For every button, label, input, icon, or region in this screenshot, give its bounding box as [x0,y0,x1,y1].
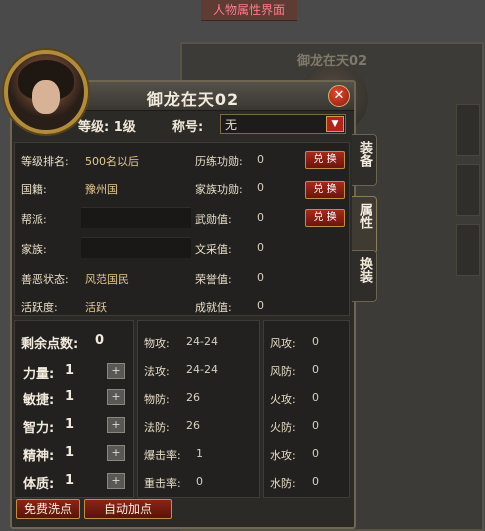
family-merit-label: 家族功勋: [195,183,243,196]
achievement-value: 0 [257,299,264,312]
water-defense-value: 0 [312,475,319,488]
tab-attributes[interactable]: 属性 [352,196,377,254]
tab-equipment[interactable]: 装备 [352,134,377,186]
literary-value: 0 [257,241,264,254]
crit-rate-label: 爆击率: [144,449,181,462]
remaining-points-label: 剩余点数: [21,337,79,352]
strength-label: 力量: [23,367,55,382]
intelligence-label: 智力: [23,421,55,436]
activity-value: 活跃 [85,301,107,314]
add-agility-button[interactable]: + [107,389,125,405]
chevron-down-icon[interactable]: ▼ [326,116,344,132]
remaining-points-value: 0 [95,333,105,348]
attribute-points-section: 剩余点数: 0 力量: 1 + 敏捷: 1 + 智力: 1 + 精神: 1 + … [14,320,134,498]
level-label: 等级: [78,120,110,135]
physical-attack-value: 24-24 [186,335,218,348]
magic-attack-value: 24-24 [186,363,218,376]
agility-value: 1 [65,389,75,404]
strength-value: 1 [65,363,75,378]
info-section: 等级排名: 500名以后 国籍: 豫州国 帮派: 家族: 善恶状态: 风范国民 … [14,142,350,316]
add-spirit-button[interactable]: + [107,445,125,461]
wind-defense-label: 风防: [270,365,296,378]
training-merit-label: 历练功勋: [195,155,243,168]
exchange-martial-button[interactable]: 兑 换 [305,209,345,227]
fire-attack-label: 火攻: [270,393,296,406]
water-attack-value: 0 [312,447,319,460]
morality-value: 风范国民 [85,273,129,286]
rank-label: 等级排名: [21,155,69,168]
add-intelligence-button[interactable]: + [107,417,125,433]
physical-attack-label: 物攻: [144,337,170,350]
family-merit-value: 0 [257,181,264,194]
spirit-label: 精神: [23,449,55,464]
element-stats-section: 风攻: 0 风防: 0 火攻: 0 火防: 0 水攻: 0 水防: 0 [263,320,350,498]
water-attack-label: 水攻: [270,449,296,462]
fire-defense-label: 火防: [270,421,296,434]
exchange-family-button[interactable]: 兑 换 [305,181,345,199]
auto-add-button[interactable]: 自动加点 [84,499,172,519]
family-label: 家族: [21,243,47,256]
wind-attack-value: 0 [312,335,319,348]
guild-field [81,207,191,228]
combat-stats-section: 物攻: 24-24 法攻: 24-24 物防: 26 法防: 26 爆击率: 1… [137,320,260,498]
activity-label: 活跃度: [21,301,58,314]
avatar [4,50,88,134]
background-tab [456,224,480,276]
free-reset-button[interactable]: 免费洗点 [16,499,80,519]
literary-label: 文采值: [195,243,232,256]
spirit-value: 1 [65,445,75,460]
tab-change-outfit[interactable]: 换装 [352,250,377,302]
magic-defense-value: 26 [186,419,200,432]
rank-value: 500名以后 [85,155,139,168]
training-merit-value: 0 [257,153,264,166]
background-window-title: 御龙在天02 [296,54,368,69]
physical-defense-value: 26 [186,391,200,404]
martial-merit-label: 武勋值: [195,213,232,226]
honor-value: 0 [257,271,264,284]
intelligence-value: 1 [65,417,75,432]
level: 等级: 1级 [78,116,136,135]
constitution-label: 体质: [23,477,55,492]
family-field [81,237,191,258]
nation-value: 豫州国 [85,183,118,196]
nation-label: 国籍: [21,183,47,196]
magic-defense-label: 法防: [144,421,170,434]
fire-attack-value: 0 [312,391,319,404]
guild-label: 帮派: [21,213,47,226]
background-tab [456,104,480,156]
water-defense-label: 水防: [270,477,296,490]
title-label: 称号: [172,120,204,135]
morality-label: 善恶状态: [21,273,69,286]
avatar-face [32,80,60,114]
title-dropdown-value: 无 [225,118,238,132]
window-title: 御龙在天02 [146,90,240,109]
tab-equipment-label: 装备 [357,141,372,167]
fire-defense-value: 0 [312,419,319,432]
honor-label: 荣誉值: [195,273,232,286]
interface-caption: 人物属性界面 [201,0,297,21]
exchange-training-button[interactable]: 兑 换 [305,151,345,169]
tab-change-outfit-label: 换装 [357,257,372,283]
wind-defense-value: 0 [312,363,319,376]
achievement-label: 成就值: [195,301,232,314]
constitution-value: 1 [65,473,75,488]
add-constitution-button[interactable]: + [107,473,125,489]
magic-attack-label: 法攻: [144,365,170,378]
crit-rate-value: 1 [196,447,203,460]
martial-merit-value: 0 [257,211,264,224]
agility-label: 敏捷: [23,393,55,408]
heavy-hit-rate-label: 重击率: [144,477,181,490]
level-value: 1级 [113,120,136,135]
background-tab [456,164,480,216]
title-dropdown[interactable]: 无 ▼ [220,114,346,134]
tab-attributes-label: 属性 [357,203,372,229]
heavy-hit-rate-value: 0 [196,475,203,488]
add-strength-button[interactable]: + [107,363,125,379]
wind-attack-label: 风攻: [270,337,296,350]
physical-defense-label: 物防: [144,393,170,406]
close-button[interactable]: ✕ [328,85,350,107]
